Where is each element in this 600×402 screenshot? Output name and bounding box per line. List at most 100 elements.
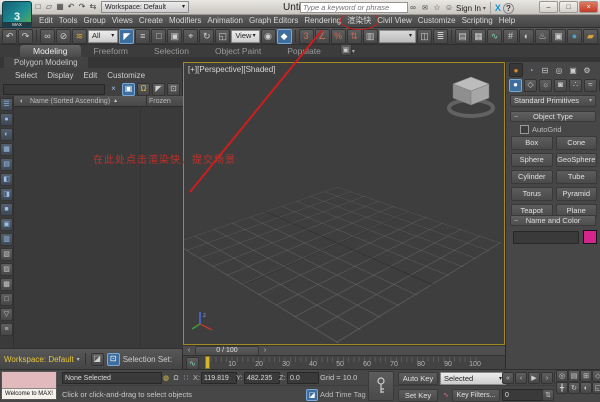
explorer-tool-icon[interactable]: ▧ [0,248,13,261]
select-scale-icon[interactable]: ◱ [215,29,230,44]
set-keys-button[interactable] [368,371,394,401]
edit-named-sets-icon[interactable]: ▥ [363,29,378,44]
shapes-subtab-icon[interactable]: ◇ [524,79,537,92]
zoom-all-icon[interactable]: ▤ [568,370,580,382]
named-selection-sets-dropdown[interactable]: ▾ [379,30,416,43]
helpers-subtab-icon[interactable]: ∴ [569,79,582,92]
modify-tab-icon[interactable]: ◔ [525,64,537,76]
window-crossing-icon[interactable]: ▣ [167,29,182,44]
rendered-frame-window-icon[interactable]: ▣ [551,29,566,44]
key-mode-dropdown[interactable]: Selected ▾ [440,372,506,385]
close-button[interactable]: × [579,1,598,13]
material-editor-icon[interactable]: ◐ [519,29,534,44]
menu-graph-editors[interactable]: Graph Editors [246,16,301,25]
selection-region-icon[interactable]: □ [151,29,166,44]
explorer-tool-icon[interactable]: ≡ [0,323,13,336]
menu-customize[interactable]: Customize [415,16,459,25]
menu-animation[interactable]: Animation [204,16,246,25]
mirror-icon[interactable]: ◫ [417,29,432,44]
pick-object-icon[interactable]: ◤ [152,83,165,96]
render-setup-icon[interactable]: ♨ [535,29,550,44]
explorer-tool-icon[interactable]: ● [0,113,13,126]
y-coordinate-field[interactable]: 482.235 [244,372,280,384]
use-pivot-center-icon[interactable]: ◉ [261,29,276,44]
select-rotate-icon[interactable]: ↻ [199,29,214,44]
workspace-selector[interactable]: Workspace: Default [4,355,74,364]
name-color-rollout-header[interactable]: − Name and Color [510,215,596,226]
object-type-rollout-header[interactable]: − Object Type [510,111,596,122]
redo-icon[interactable]: ↷ [77,2,87,12]
utilities-tab-icon[interactable]: ⚙ [581,64,593,76]
z-coordinate-field[interactable]: 0.0 [287,372,319,384]
set-key-button[interactable]: Set Key [398,389,438,402]
explorer-menu-select[interactable]: Select [15,71,37,80]
save-file-icon[interactable]: ▦ [55,2,65,12]
current-frame-field[interactable]: 0 [502,389,546,401]
selection-filter-dropdown[interactable]: All ▾ [88,30,118,43]
tab-selection[interactable]: Selection [141,45,202,57]
menu-rendering[interactable]: Rendering [301,16,344,25]
explorer-tool-icon[interactable]: ▦ [0,143,13,156]
maximize-viewport-icon[interactable]: ◱ [592,382,600,394]
explorer-list-area[interactable] [14,107,183,348]
geosphere-button[interactable]: GeoSphere [556,153,598,167]
orbit-icon[interactable]: ↻ [568,382,580,394]
ribbon-config-icon[interactable]: ▣ [340,44,352,56]
new-key-curve-icon[interactable]: ∿ [440,389,452,401]
tab-freeform[interactable]: Freeform [81,45,141,57]
explorer-menu-display[interactable]: Display [47,71,73,80]
reference-coordinate-dropdown[interactable]: View ▾ [231,30,259,43]
clear-search-icon[interactable]: × [107,83,120,96]
hierarchy-tab-icon[interactable]: ⊟ [539,64,551,76]
explorer-tool-icon[interactable]: ▩ [0,278,13,291]
search-binoculars-icon[interactable]: ∞ [408,3,418,13]
isolate-toggle-icon[interactable]: ◪ [91,353,104,366]
signin-user-icon[interactable]: ☺ [444,3,454,13]
tab-object-paint[interactable]: Object Paint [202,45,274,57]
walk-through-icon[interactable]: ◐ [580,382,592,394]
viewcube[interactable] [444,68,498,120]
motion-tab-icon[interactable]: ◎ [553,64,565,76]
layer-manager-icon[interactable]: ▤ [455,29,470,44]
sort-ascending-icon[interactable]: ▲ [113,98,118,104]
sign-in-link[interactable]: Sign In [456,4,481,13]
name-column-header[interactable]: Name (Sorted Ascending) [30,98,110,105]
snap-toggle-3d-icon[interactable]: 3 [299,29,314,44]
percent-snap-icon[interactable]: % [331,29,346,44]
select-move-icon[interactable]: ⌖ [183,29,198,44]
unlink-selection-icon[interactable]: ⊘ [56,29,71,44]
explorer-tool-icon[interactable]: ▥ [0,233,13,246]
explorer-tool-icon[interactable]: ▣ [0,218,13,231]
explorer-tool-icon[interactable]: ◐ [0,128,13,141]
lights-subtab-icon[interactable]: ☼ [539,79,552,92]
selected-objects-field[interactable]: None Selected [62,372,162,384]
zoom-icon[interactable]: ◎ [556,370,568,382]
bind-spacewarp-icon[interactable]: ≋ [72,29,87,44]
tab-modeling[interactable]: Modeling [20,45,81,57]
auto-key-button[interactable]: Auto Key [398,372,438,385]
tab-populate[interactable]: Populate [274,45,334,57]
menu-views[interactable]: Views [109,16,136,25]
pyramid-button[interactable]: Pyramid [556,187,598,201]
menu-group[interactable]: Group [80,16,108,25]
spinner-snap-icon[interactable]: ⇅ [347,29,362,44]
explorer-tool-icon[interactable]: ◨ [0,188,13,201]
column-divider[interactable] [146,95,147,107]
undo-icon[interactable]: ↶ [66,2,76,12]
menu-help[interactable]: Help [496,16,518,25]
menu-modifiers[interactable]: Modifiers [166,16,204,25]
time-tag-icon[interactable]: ◪ [306,389,318,401]
object-color-swatch[interactable] [583,230,597,244]
frame-spinner[interactable]: ⇅ [542,389,554,401]
curve-editor-icon[interactable]: ∿ [487,29,502,44]
primitive-category-dropdown[interactable]: Standard Primitives ▾ [510,95,596,107]
menu-tools[interactable]: Tools [56,16,81,25]
zoom-extents-icon[interactable]: ⊞ [580,370,592,382]
sphere-button[interactable]: Sphere [511,153,553,167]
explorer-tool-icon[interactable]: ▽ [0,308,13,321]
select-box-icon[interactable]: ⊡ [167,83,180,96]
play-icon[interactable]: ▶ [528,372,540,384]
explorer-tool-icon[interactable]: ▤ [0,158,13,171]
tube-button[interactable]: Tube [556,170,598,184]
key-filters-button[interactable]: Key Filters... [452,389,500,402]
